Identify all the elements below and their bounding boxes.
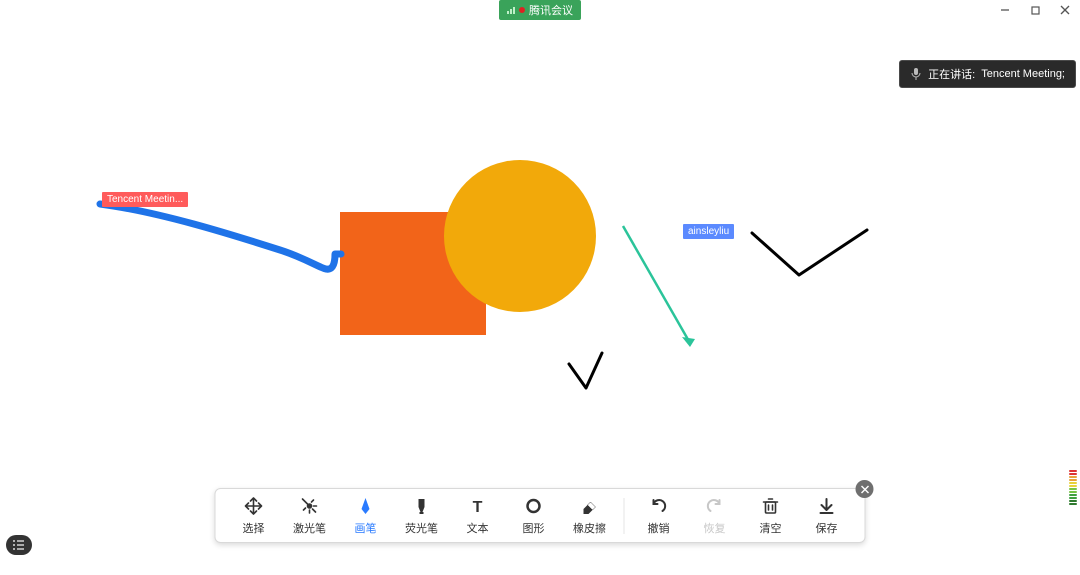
tool-text-label: 文本 [467, 520, 489, 536]
tool-redo-label: 恢复 [704, 520, 726, 536]
tool-undo-label: 撤销 [648, 520, 670, 536]
tool-shape-label: 图形 [523, 520, 545, 536]
shape-icon [524, 495, 544, 517]
tool-save-label: 保存 [816, 520, 838, 536]
teal-arrow-head-icon [682, 337, 695, 347]
text-icon: T [468, 495, 488, 517]
move-icon [244, 495, 264, 517]
close-window-button[interactable] [1050, 0, 1080, 20]
app-title-pill: 腾讯会议 [499, 0, 581, 20]
tool-pen-label: 画笔 [355, 520, 377, 536]
signal-icon [507, 7, 515, 14]
tool-text[interactable]: T 文本 [450, 495, 506, 536]
laser-icon [300, 495, 320, 517]
tool-select-label: 选择 [243, 520, 265, 536]
tool-eraser-label: 橡皮擦 [573, 520, 606, 536]
tool-undo[interactable]: 撤销 [631, 495, 687, 536]
black-check-small [569, 353, 602, 388]
undo-icon [649, 495, 669, 517]
annotation-user-tag-1: Tencent Meetin... [102, 192, 188, 207]
pen-icon [356, 495, 376, 517]
tool-shape[interactable]: 图形 [506, 495, 562, 536]
tool-laser-label: 激光笔 [293, 520, 326, 536]
toolbar-divider [624, 498, 625, 534]
app-title: 腾讯会议 [529, 2, 573, 18]
tool-eraser[interactable]: 橡皮擦 [562, 495, 618, 536]
highlighter-icon [412, 495, 432, 517]
blue-freehand-stroke [100, 204, 341, 269]
svg-text:T: T [473, 499, 483, 516]
annotation-user-tag-2: ainsleyliu [683, 224, 734, 239]
toolbar-close-button[interactable] [856, 480, 874, 498]
tool-laser[interactable]: 激光笔 [282, 495, 338, 536]
tool-redo: 恢复 [687, 495, 743, 536]
participants-pill-button[interactable] [6, 535, 32, 555]
tool-select[interactable]: 选择 [226, 495, 282, 536]
black-check-large [752, 230, 867, 275]
tool-highlighter[interactable]: 荧光笔 [394, 495, 450, 536]
download-icon [817, 495, 837, 517]
tool-pen[interactable]: 画笔 [338, 495, 394, 536]
record-dot-icon [519, 7, 525, 13]
tool-highlighter-label: 荧光笔 [405, 520, 438, 536]
annotation-toolbar: 选择 激光笔 画笔 荧光笔 T 文本 图形 橡皮擦 [215, 488, 866, 543]
tool-clear-label: 清空 [760, 520, 782, 536]
tool-save[interactable]: 保存 [799, 495, 855, 536]
trash-icon [761, 495, 781, 517]
teal-arrow-line [623, 226, 690, 343]
tool-clear[interactable]: 清空 [743, 495, 799, 536]
minimize-button[interactable] [990, 0, 1020, 20]
list-icon [12, 539, 26, 551]
titlebar: 腾讯会议 [0, 0, 1080, 20]
eraser-icon [580, 495, 600, 517]
window-controls [990, 0, 1080, 20]
audio-level-meter [1069, 453, 1077, 505]
maximize-button[interactable] [1020, 0, 1050, 20]
redo-icon [705, 495, 725, 517]
